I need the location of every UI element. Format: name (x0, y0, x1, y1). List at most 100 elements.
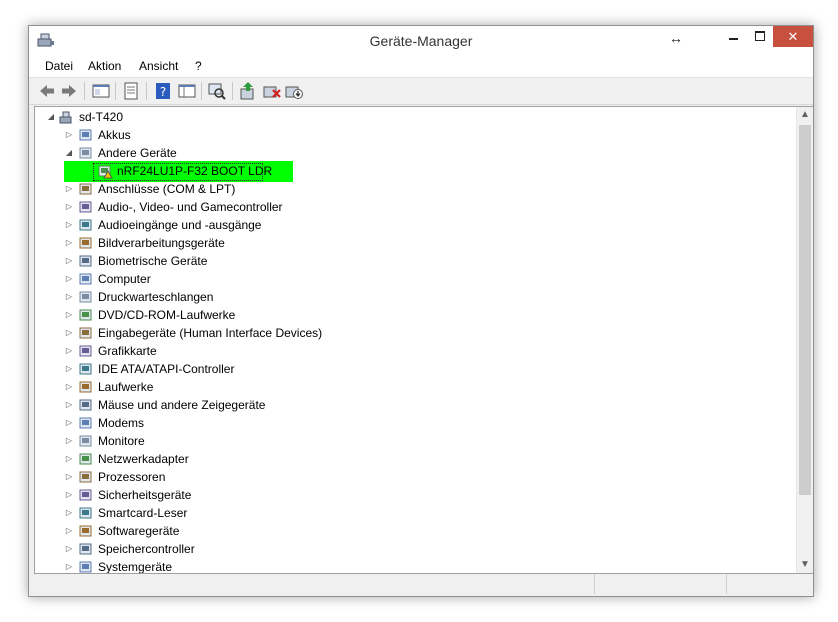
tree-category-item[interactable]: ▷ Audio-, Video- und Gamecontroller (35, 198, 775, 216)
tree-item-label: Smartcard-Leser (98, 506, 188, 520)
tree-category-item[interactable]: ▷ Grafikkarte (35, 342, 775, 360)
expand-arrow-icon[interactable]: ▷ (64, 198, 74, 216)
expand-arrow-icon[interactable]: ▷ (64, 360, 74, 378)
tree-category-item[interactable]: ▷ Anschlüsse (COM & LPT) (35, 180, 775, 198)
tree-category-item[interactable]: ▷ Druckwarteschlangen (35, 288, 775, 306)
fingerprint-icon (79, 255, 92, 267)
hid-icon (79, 327, 92, 339)
system-device-icon (79, 561, 92, 573)
expand-arrow-icon[interactable]: ▷ (64, 522, 74, 540)
show-hide-console-tree-icon[interactable] (91, 81, 111, 101)
back-arrow-icon[interactable] (37, 81, 57, 101)
tree-category-item[interactable]: ◢ Andere Geräte (35, 144, 775, 162)
printer-icon (79, 291, 92, 303)
tree-item-label: Druckwarteschlangen (98, 290, 214, 304)
expand-arrow-icon[interactable]: ▷ (64, 324, 74, 342)
disable-device-icon[interactable] (284, 81, 304, 101)
tree-root[interactable]: ◢ sd-T420 (35, 108, 335, 126)
tree-category-item[interactable]: ▷ Softwaregeräte (35, 522, 775, 540)
expand-arrow-icon[interactable]: ▷ (64, 540, 74, 558)
warning-device-icon (98, 165, 113, 179)
expand-arrow-icon[interactable]: ▷ (64, 306, 74, 324)
menu-help[interactable]: ? (195, 59, 202, 73)
tree-item-label: Akkus (98, 128, 131, 142)
scroll-up-arrow-icon[interactable]: ▲ (797, 107, 813, 123)
properties-icon[interactable] (121, 81, 141, 101)
expand-arrow-icon[interactable]: ▷ (64, 468, 74, 486)
tree-category-item[interactable]: ▷ Bildverarbeitungsgeräte (35, 234, 775, 252)
menu-aktion[interactable]: Aktion (88, 59, 121, 73)
disc-drive-icon (79, 309, 92, 321)
tree-category-item[interactable]: ▷ Biometrische Geräte (35, 252, 775, 270)
expand-arrow-icon[interactable]: ▷ (64, 288, 74, 306)
tree-item-label: IDE ATA/ATAPI-Controller (98, 362, 235, 376)
forward-arrow-icon[interactable] (59, 81, 79, 101)
expand-arrow-icon[interactable]: ▷ (64, 432, 74, 450)
tree-category-item[interactable]: ▷ Speichercontroller (35, 540, 775, 558)
window-title: Geräte-Manager (369, 33, 473, 49)
scroll-down-arrow-icon[interactable]: ▼ (797, 557, 813, 573)
computer-root-icon (59, 111, 72, 124)
tree-item-label: Audio-, Video- und Gamecontroller (98, 200, 283, 214)
menu-ansicht[interactable]: Ansicht (139, 59, 178, 73)
speaker-icon (79, 201, 92, 213)
menu-datei[interactable]: Datei (45, 59, 73, 73)
collapse-arrow-icon[interactable]: ◢ (46, 108, 56, 126)
smartcard-reader-icon (79, 507, 92, 519)
tree-item-label: Biometrische Geräte (98, 254, 208, 268)
tree-category-item[interactable]: ▷ Smartcard-Leser (35, 504, 775, 522)
status-cell (594, 574, 725, 594)
vertical-scrollbar[interactable]: ▲ ▼ (796, 107, 813, 573)
tree-category-item[interactable]: ▷ Akkus (35, 126, 775, 144)
tree-item-label: Grafikkarte (98, 344, 157, 358)
scroll-thumb[interactable] (799, 125, 811, 495)
close-button[interactable]: ✕ (773, 26, 813, 47)
expand-arrow-icon[interactable]: ▷ (64, 216, 74, 234)
device-tree-panel: ◢ sd-T420 ▷ Akkus ◢ Andere Geräte nRF24LU1P-… (34, 106, 813, 574)
tree-category-item[interactable]: ▷ Sicherheitsgeräte (35, 486, 775, 504)
tree-category-item[interactable]: ▷ IDE ATA/ATAPI-Controller (35, 360, 775, 378)
expand-arrow-icon[interactable]: ▷ (64, 486, 74, 504)
help-icon[interactable]: ? (153, 81, 173, 101)
update-driver-icon[interactable] (238, 81, 258, 101)
tree-device-item[interactable]: nRF24LU1P-F32 BOOT LDR (35, 162, 775, 180)
tree-category-item[interactable]: ▷ Prozessoren (35, 468, 775, 486)
tree-category-item[interactable]: ▷ Eingabegeräte (Human Interface Devices) (35, 324, 775, 342)
tree-category-item[interactable]: ▷ Audioeingänge und -ausgänge (35, 216, 775, 234)
maximize-button[interactable] (747, 26, 773, 47)
network-adapter-icon (79, 453, 92, 465)
expand-arrow-icon[interactable]: ▷ (64, 252, 74, 270)
minimize-button[interactable] (721, 26, 747, 47)
device-tree: ◢ sd-T420 ▷ Akkus ◢ Andere Geräte nRF24LU1P-… (35, 107, 795, 573)
tree-category-item[interactable]: ▷ Netzwerkadapter (35, 450, 775, 468)
tree-item-label: Mäuse und andere Zeigegeräte (98, 398, 266, 412)
tree-category-item[interactable]: ▷ Mäuse und andere Zeigegeräte (35, 396, 775, 414)
expand-arrow-icon[interactable]: ▷ (64, 558, 74, 573)
tree-category-item[interactable]: ▷ DVD/CD-ROM-Laufwerke (35, 306, 775, 324)
tree-category-item[interactable]: ▷ Laufwerke (35, 378, 775, 396)
tree-item-label: Monitore (98, 434, 145, 448)
tree-category-item[interactable]: ▷ Modems (35, 414, 775, 432)
expand-arrow-icon[interactable]: ▷ (64, 342, 74, 360)
expand-arrow-icon[interactable]: ▷ (64, 126, 74, 144)
tree-category-item[interactable]: ▷ Monitore (35, 432, 775, 450)
expand-arrow-icon[interactable]: ▷ (64, 234, 74, 252)
expand-arrow-icon[interactable]: ▷ (64, 378, 74, 396)
expand-arrow-icon[interactable]: ▷ (64, 414, 74, 432)
collapse-arrow-icon[interactable]: ◢ (64, 144, 74, 162)
tree-item-label: Systemgeräte (98, 560, 173, 573)
tree-item-label: DVD/CD-ROM-Laufwerke (98, 308, 236, 322)
expand-arrow-icon[interactable]: ▷ (64, 270, 74, 288)
mouse-icon (79, 399, 92, 411)
expand-arrow-icon[interactable]: ▷ (64, 396, 74, 414)
scan-hardware-icon[interactable] (207, 81, 227, 101)
expand-arrow-icon[interactable]: ▷ (64, 450, 74, 468)
disk-drive-icon (79, 381, 92, 393)
uninstall-icon[interactable] (262, 81, 282, 101)
expand-arrow-icon[interactable]: ▷ (64, 180, 74, 198)
tree-category-item[interactable]: ▷ Systemgeräte (35, 558, 775, 573)
expand-arrow-icon[interactable]: ▷ (64, 504, 74, 522)
tree-category-item[interactable]: ▷ Computer (35, 270, 775, 288)
view-icon[interactable] (177, 81, 197, 101)
title-bar[interactable]: Geräte-Manager ↔ ✕ (29, 26, 813, 55)
